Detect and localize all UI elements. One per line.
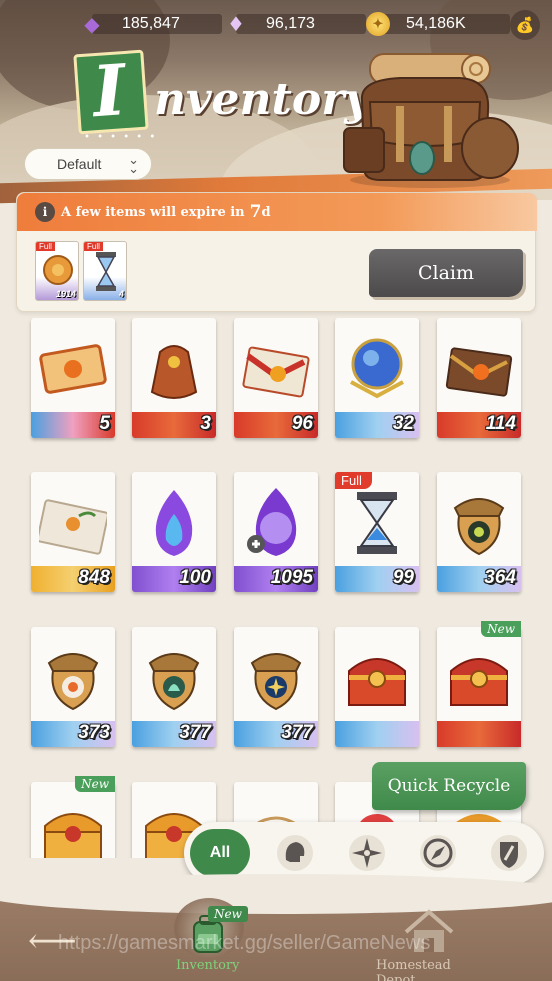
new-badge: New xyxy=(75,776,115,792)
quick-recycle-button[interactable]: Quick Recycle xyxy=(372,762,526,810)
coin-amount: 54,186K xyxy=(406,15,466,32)
sort-dropdown[interactable]: Default ⌄ ⌄ xyxy=(24,148,152,180)
item-quantity: 5 xyxy=(99,413,110,434)
inventory-item[interactable]: New xyxy=(437,621,521,747)
diamond-amount: 96,173 xyxy=(266,15,315,32)
new-badge: New xyxy=(208,906,248,922)
item-quantity: 364 xyxy=(484,567,516,588)
money-bag-icon: 💰 xyxy=(515,16,535,34)
inventory-item[interactable]: 848 xyxy=(31,472,115,592)
item-quantity: 32 xyxy=(392,413,414,434)
full-badge: Full xyxy=(36,242,55,251)
nav-inventory-label: Inventory xyxy=(176,958,240,973)
money-bag-button[interactable]: 💰 xyxy=(510,10,540,40)
item-quantity: 1095 xyxy=(270,567,313,588)
info-icon[interactable]: i xyxy=(35,202,55,222)
claim-button[interactable]: Claim xyxy=(369,249,523,297)
helmet-icon[interactable] xyxy=(276,834,314,872)
shield-sword-icon[interactable] xyxy=(490,834,528,872)
expire-message: A few items will expire in xyxy=(61,204,245,220)
inventory-item[interactable]: 5 xyxy=(31,318,115,438)
inventory-item[interactable]: 114 xyxy=(437,318,521,438)
title-rest: nventory xyxy=(154,74,370,125)
inventory-item[interactable]: 96 xyxy=(234,318,318,438)
item-quantity: 3 xyxy=(200,413,211,434)
inventory-item[interactable]: 373 xyxy=(31,627,115,747)
item-quantity: 96 xyxy=(291,413,313,434)
item-count: 1914 xyxy=(55,289,76,299)
inventory-item[interactable]: 3 xyxy=(132,318,216,438)
expire-unit: d xyxy=(261,204,271,220)
inventory-item[interactable]: 377 xyxy=(132,627,216,747)
item-quantity: 848 xyxy=(78,567,110,588)
inventory-item[interactable]: 32 xyxy=(335,318,419,438)
inventory-item[interactable]: 1095 xyxy=(234,472,318,592)
title-first-letter: I xyxy=(90,48,129,134)
inventory-item[interactable]: Full 99 xyxy=(335,472,419,592)
shuriken-icon[interactable] xyxy=(348,834,386,872)
inventory-item[interactable]: 377 xyxy=(234,627,318,747)
expiring-item[interactable]: Full 1914 xyxy=(35,241,79,301)
expiring-items-panel: i A few items will expire in 7 d Full 19… xyxy=(16,192,537,312)
item-quantity: 114 xyxy=(485,413,516,434)
expiring-items-header: i A few items will expire in 7 d xyxy=(17,193,537,231)
currency-bar: ◆ 185,847 ♦ 96,173 ✦ 54,186K xyxy=(0,8,552,40)
gem-amount: 185,847 xyxy=(122,15,180,32)
inventory-item[interactable]: 100 xyxy=(132,472,216,592)
diamond-icon: ♦ xyxy=(227,12,245,36)
gem-icon: ◆ xyxy=(84,12,100,36)
item-quantity: 377 xyxy=(281,722,313,743)
item-quantity: 377 xyxy=(179,722,211,743)
nav-depot-label: Homestead Depot xyxy=(376,958,451,981)
diamond-currency[interactable]: ♦ 96,173 xyxy=(222,10,366,38)
full-badge: Full xyxy=(84,242,103,251)
backpack-illustration xyxy=(340,40,520,190)
item-count: 4 xyxy=(118,289,124,299)
inventory-item[interactable] xyxy=(335,627,419,747)
expiring-item[interactable]: Full 4 xyxy=(83,241,127,301)
compass-icon[interactable] xyxy=(419,834,457,872)
gem-currency[interactable]: ◆ 185,847 xyxy=(78,10,222,38)
inventory-item[interactable]: 364 xyxy=(437,472,521,592)
full-badge: Full xyxy=(335,472,372,489)
filter-all-tab[interactable]: All xyxy=(190,829,250,877)
item-quantity: 99 xyxy=(392,567,414,588)
coin-currency[interactable]: ✦ 54,186K xyxy=(366,10,510,38)
item-quantity: 373 xyxy=(78,722,110,743)
new-badge: New xyxy=(481,621,521,637)
watermark: https://gamesmarket.gg/seller/GameNews xyxy=(58,932,431,954)
expire-days: 7 xyxy=(249,202,262,222)
page-title: I nventory • • • • • • xyxy=(72,48,372,143)
inventory-item[interactable]: New xyxy=(31,776,115,858)
double-chevron-down-icon: ⌄ ⌄ xyxy=(128,152,139,176)
sort-selected-value: Default xyxy=(57,156,102,172)
coin-icon: ✦ xyxy=(366,12,390,36)
item-quantity: 100 xyxy=(179,567,211,588)
